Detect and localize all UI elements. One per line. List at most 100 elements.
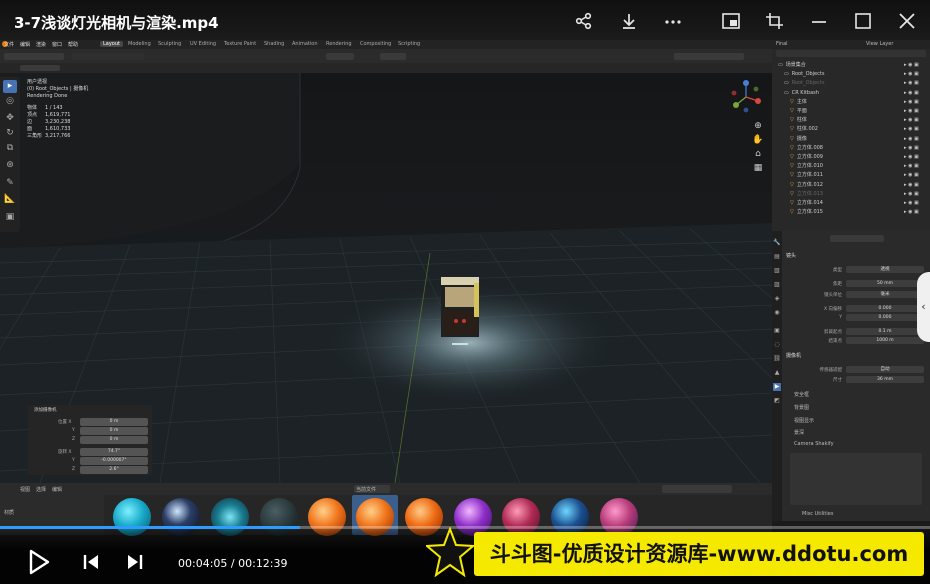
camera-shakify-list[interactable] <box>790 453 922 505</box>
outliner-row[interactable]: ▽ 立方体.010 <box>790 162 823 171</box>
visibility-toggle-icon[interactable]: ▸ ◉ ▣ <box>904 200 919 206</box>
visibility-toggle-icon[interactable]: ▸ ◉ ▣ <box>904 154 919 160</box>
asset-search-input[interactable] <box>662 485 732 493</box>
visibility-toggle-icon[interactable]: ▸ ◉ ▣ <box>904 172 919 178</box>
zoom-icon[interactable]: ⊕ <box>752 121 764 133</box>
outliner-row[interactable]: ▽ 立方体.008 <box>790 144 823 153</box>
property-field[interactable]: 0.1 m <box>846 328 924 335</box>
view-layer-name[interactable]: View Layer <box>866 41 893 47</box>
close-icon[interactable] <box>897 12 917 30</box>
tab-scripting[interactable]: Scripting <box>398 41 420 47</box>
lens-section-header[interactable]: 镜头 <box>786 252 796 259</box>
constraints-tab-icon[interactable]: ⛓ <box>773 355 781 363</box>
visibility-toggle-icon[interactable]: ▸ ◉ ▣ <box>904 62 919 68</box>
play-icon[interactable] <box>26 548 52 576</box>
outliner-row[interactable]: ▽ 立方体.011 <box>790 171 823 180</box>
select-tool-icon[interactable]: ▸ <box>3 80 17 93</box>
menu-window[interactable]: 窗口 <box>52 41 62 48</box>
menu-edit[interactable]: 编辑 <box>20 41 30 48</box>
next-icon[interactable] <box>126 552 144 572</box>
visibility-toggle-icon[interactable]: ▸ ◉ ▣ <box>904 182 919 188</box>
menu-help[interactable]: 帮助 <box>68 41 78 48</box>
outliner-row[interactable]: ▽ 摄像 <box>790 135 807 144</box>
measure-tool-icon[interactable]: 📐 <box>3 193 17 206</box>
asset-menu-select[interactable]: 选择 <box>36 486 46 493</box>
prev-icon[interactable] <box>82 552 100 572</box>
property-subsection-header[interactable]: 安全框 <box>794 391 809 398</box>
transform-tool-icon[interactable]: ⊛ <box>3 159 17 172</box>
snap-toggle[interactable] <box>380 53 406 60</box>
property-field[interactable]: 36 mm <box>846 376 924 383</box>
asset-category[interactable]: 材质 <box>4 509 14 516</box>
visibility-toggle-icon[interactable]: ▸ ◉ ▣ <box>904 191 919 197</box>
outliner-row[interactable]: ▽ 立方体.014 <box>790 199 823 208</box>
asset-menu-view[interactable]: 视图 <box>20 486 30 493</box>
pan-icon[interactable]: ✋ <box>752 135 764 147</box>
visibility-toggle-icon[interactable]: ▸ ◉ ▣ <box>904 99 919 105</box>
transform-orientation-dropdown[interactable] <box>326 53 354 60</box>
outliner-row[interactable]: ▽ 立方体.013 <box>790 190 823 199</box>
maximize-icon[interactable] <box>853 12 873 30</box>
grid-view-icon[interactable]: ▦ <box>752 163 764 175</box>
outliner-row[interactable]: ▽ 柱体.002 <box>790 125 818 134</box>
asset-menu-edit[interactable]: 编辑 <box>52 486 62 493</box>
location-z-field[interactable]: 0 m <box>80 436 148 444</box>
visibility-toggle-icon[interactable]: ▸ ◉ ▣ <box>904 136 919 142</box>
outliner-row[interactable]: ▽ 平面 <box>790 107 807 116</box>
menu-file[interactable]: 文件 <box>4 41 14 48</box>
navigation-gizmo[interactable] <box>726 77 766 117</box>
redo-panel-title[interactable]: 添加摄像机 <box>34 407 57 413</box>
tab-modeling[interactable]: Modeling <box>128 41 151 47</box>
move-tool-icon[interactable]: ✥ <box>3 112 17 125</box>
visibility-toggle-icon[interactable]: ▸ ◉ ▣ <box>904 108 919 114</box>
location-y-field[interactable]: 0 m <box>80 427 148 435</box>
outliner-row[interactable]: ▽ 立方体.009 <box>790 153 823 162</box>
asset-library-dropdown[interactable]: 当前文件 <box>354 485 390 493</box>
outliner-row[interactable]: ▭ Root_Objects <box>784 70 824 79</box>
tab-animation[interactable]: Animation <box>292 41 318 47</box>
crop-icon[interactable] <box>765 12 785 30</box>
location-x-field[interactable]: 0 m <box>80 418 148 426</box>
property-subsection-header[interactable]: 视图显示 <box>794 417 814 424</box>
camera-view-icon[interactable]: ⌂ <box>752 149 764 161</box>
outliner-search[interactable] <box>776 50 926 57</box>
outliner-row[interactable]: ▽ 柱体 <box>790 116 807 125</box>
tab-layout[interactable]: Layout <box>100 41 123 47</box>
annotate-tool-icon[interactable]: ✎ <box>3 177 17 190</box>
outliner-row[interactable]: ▽ 主体 <box>790 98 807 107</box>
minimize-icon[interactable] <box>809 12 829 30</box>
download-icon[interactable] <box>619 12 639 30</box>
more-icon[interactable] <box>663 12 683 30</box>
tab-uv-editing[interactable]: UV Editing <box>190 41 216 47</box>
camera-section-header[interactable]: 摄像机 <box>786 352 801 359</box>
render-tab-icon[interactable]: ▤ <box>773 253 781 261</box>
property-field[interactable]: 自动 <box>846 366 924 373</box>
rotation-z-field[interactable]: 2.6° <box>80 466 148 474</box>
visibility-toggle-icon[interactable]: ▸ ◉ ▣ <box>904 209 919 215</box>
menu-render[interactable]: 渲染 <box>36 41 46 48</box>
outliner-row[interactable]: ▽ 立方体.015 <box>790 208 823 217</box>
visibility-toggle-icon[interactable]: ▸ ◉ ▣ <box>904 71 919 77</box>
property-field[interactable]: 毫米 <box>846 291 924 298</box>
property-field[interactable]: 0.000 <box>846 305 924 312</box>
tool-tab-icon[interactable]: 🔧 <box>773 239 781 247</box>
visibility-toggle-icon[interactable]: ▸ ◉ ▣ <box>904 90 919 96</box>
outliner-row[interactable]: ▽ 立方体.012 <box>790 181 823 190</box>
outliner-row[interactable]: ▭ Root_Objects <box>784 79 824 88</box>
property-subsection-header[interactable]: Camera Shakify <box>794 441 834 447</box>
texture-tab-icon[interactable]: ◩ <box>773 397 781 405</box>
view-menu-group[interactable] <box>72 53 144 60</box>
property-field[interactable]: 50 mm <box>846 280 924 287</box>
rotate-tool-icon[interactable]: ↻ <box>3 127 17 140</box>
share-icon[interactable] <box>574 12 594 30</box>
visibility-toggle-icon[interactable]: ▸ ◉ ▣ <box>904 145 919 151</box>
property-field[interactable]: 透视 <box>846 266 924 273</box>
tab-rendering[interactable]: Rendering <box>326 41 352 47</box>
property-subsection-header[interactable]: 背景图 <box>794 404 809 411</box>
scene-name[interactable]: Final <box>776 41 788 47</box>
visibility-toggle-icon[interactable]: ▸ ◉ ▣ <box>904 163 919 169</box>
visibility-toggle-icon[interactable]: ▸ ◉ ▣ <box>904 117 919 123</box>
add-cube-tool-icon[interactable]: ▣ <box>3 211 17 224</box>
camera-data-tab-icon[interactable]: ▶ <box>773 383 781 391</box>
viewport-shading-buttons[interactable] <box>674 53 744 60</box>
